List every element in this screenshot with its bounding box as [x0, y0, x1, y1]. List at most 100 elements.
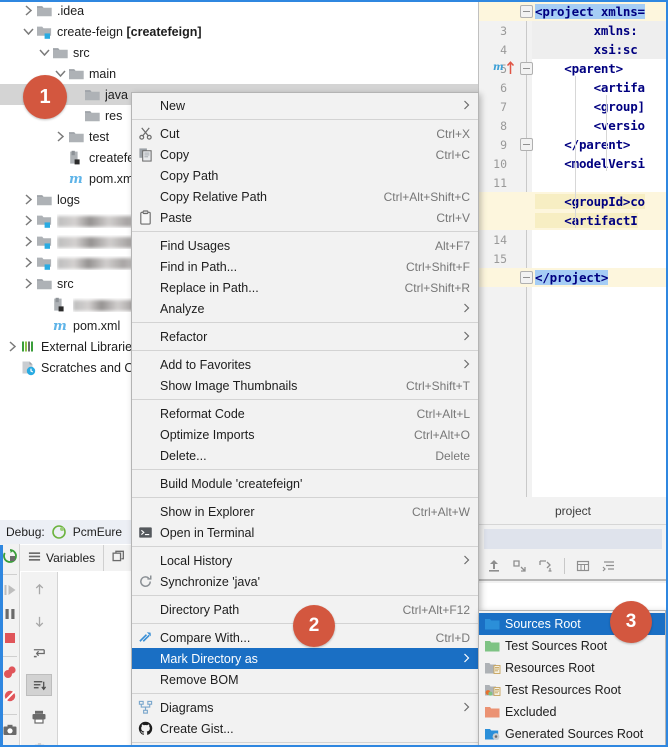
- menu-item-synchronize-java[interactable]: Synchronize 'java': [132, 571, 478, 592]
- menu-item-label: Compare With...: [160, 630, 251, 645]
- tree-item[interactable]: create-feign [createfeign]: [0, 21, 478, 42]
- sort-icon[interactable]: [26, 674, 52, 696]
- code-line[interactable]: <artifactI: [535, 213, 638, 228]
- submenu-item-test-resources-root[interactable]: Test Resources Root: [479, 679, 665, 701]
- context-menu[interactable]: New Cut Ctrl+X Copy Ctrl+C Copy Path Copy Rela…: [131, 92, 479, 747]
- menu-item-new[interactable]: New: [132, 95, 478, 116]
- stop-icon[interactable]: [2, 630, 18, 649]
- grid-icon[interactable]: [575, 558, 591, 574]
- menu-item-replace-in-path[interactable]: Replace in Path... Ctrl+Shift+R: [132, 277, 478, 298]
- line-number: 15: [493, 252, 507, 266]
- menu-item-refactor[interactable]: Refactor: [132, 326, 478, 347]
- submenu-arrow-icon: [453, 701, 470, 715]
- fold-toggle-icon[interactable]: [520, 271, 533, 284]
- paste-icon: [138, 209, 154, 226]
- camera-icon[interactable]: [2, 722, 18, 741]
- tree-item[interactable]: src: [0, 42, 478, 63]
- code-line[interactable]: <groupId>co: [535, 194, 645, 209]
- chevron-right-icon[interactable]: [20, 5, 36, 16]
- chevron-right-icon[interactable]: [20, 236, 36, 247]
- print-icon[interactable]: [26, 706, 52, 728]
- jump-to-source-icon[interactable]: [26, 642, 52, 664]
- resume-icon[interactable]: [2, 582, 18, 601]
- chevron-right-icon[interactable]: [20, 257, 36, 268]
- mute-breakpoints-icon[interactable]: [2, 688, 18, 707]
- project-selection-field[interactable]: [484, 529, 662, 549]
- submenu-item-generated-sources-root[interactable]: Generated Sources Root: [479, 723, 665, 745]
- debug-run-toolbar[interactable]: [0, 544, 20, 747]
- fold-toggle-icon[interactable]: [520, 5, 533, 18]
- tab-variables[interactable]: Variables: [20, 545, 105, 571]
- rerun-icon[interactable]: [2, 548, 18, 567]
- menu-item-build-module-createfeign[interactable]: Build Module 'createfeign': [132, 473, 478, 494]
- menu-item-delete[interactable]: Delete... Delete: [132, 445, 478, 466]
- chevron-right-icon[interactable]: [52, 131, 68, 142]
- move-down-icon[interactable]: [26, 610, 52, 632]
- menu-item-find-in-path[interactable]: Find in Path... Ctrl+Shift+F: [132, 256, 478, 277]
- code-line[interactable]: <group]: [535, 99, 645, 114]
- code-line[interactable]: xsi:sc: [535, 42, 638, 57]
- chevron-down-icon[interactable]: [36, 48, 52, 57]
- menu-item-show-in-explorer[interactable]: Show in Explorer Ctrl+Alt+W: [132, 501, 478, 522]
- menu-item-copy[interactable]: Copy Ctrl+C: [132, 144, 478, 165]
- debug-variables-toolbar[interactable]: [21, 572, 58, 747]
- menu-item-reformat-code[interactable]: Reformat Code Ctrl+Alt+L: [132, 403, 478, 424]
- pause-icon[interactable]: [2, 606, 18, 625]
- project-tab-label[interactable]: project: [478, 497, 668, 525]
- chevron-right-icon[interactable]: [4, 341, 20, 352]
- menu-item-label: Analyze: [160, 301, 205, 316]
- project-panel-toolbar[interactable]: [478, 553, 668, 581]
- menu-item-optimize-imports[interactable]: Optimize Imports Ctrl+Alt+O: [132, 424, 478, 445]
- submenu-item-label: Resources Root: [505, 661, 595, 675]
- chevron-right-icon[interactable]: [20, 215, 36, 226]
- menu-item-mark-directory-as[interactable]: Mark Directory as: [132, 648, 478, 669]
- chevron-down-icon[interactable]: [20, 27, 36, 36]
- parent-navigate-icon[interactable]: [506, 61, 515, 77]
- view-breakpoints-icon[interactable]: [2, 664, 18, 683]
- menu-item-analyze[interactable]: Analyze: [132, 298, 478, 319]
- code-line[interactable]: <artifa: [535, 80, 645, 95]
- move-up-icon[interactable]: [26, 578, 52, 600]
- maven-gutter-icon[interactable]: m: [493, 62, 504, 73]
- code-line[interactable]: <versio: [535, 118, 645, 133]
- menu-item-label: Optimize Imports: [160, 427, 255, 442]
- tree-item-label: res: [105, 108, 123, 123]
- collapse-all-icon[interactable]: [538, 558, 554, 574]
- chevron-right-icon[interactable]: [20, 278, 36, 289]
- expand-all-icon[interactable]: [512, 558, 528, 574]
- menu-item-show-image-thumbnails[interactable]: Show Image Thumbnails Ctrl+Shift+T: [132, 375, 478, 396]
- code-line[interactable]: <modelVersi: [535, 156, 645, 171]
- maven-icon: m: [52, 318, 70, 334]
- tree-item[interactable]: main: [0, 63, 478, 84]
- fold-toggle-icon[interactable]: [520, 138, 533, 151]
- group-icon[interactable]: [601, 558, 617, 574]
- menu-item-add-to-favorites[interactable]: Add to Favorites: [132, 354, 478, 375]
- export-icon[interactable]: [486, 558, 502, 574]
- submenu-item-resources-root[interactable]: Resources Root: [479, 657, 665, 679]
- code-line[interactable]: </project>: [535, 270, 608, 285]
- menu-item-find-usages[interactable]: Find Usages Alt+F7: [132, 235, 478, 256]
- code-line[interactable]: xmlns:: [535, 23, 638, 38]
- tree-item[interactable]: .idea: [0, 0, 478, 21]
- menu-item-open-in-terminal[interactable]: Open in Terminal: [132, 522, 478, 543]
- menu-item-copy-path[interactable]: Copy Path: [132, 165, 478, 186]
- fold-toggle-icon[interactable]: [520, 62, 533, 75]
- code-line[interactable]: <project xmlns=: [535, 4, 645, 19]
- chevron-right-icon[interactable]: [20, 194, 36, 205]
- code-line[interactable]: <parent>: [535, 61, 623, 76]
- code-line[interactable]: </parent>: [535, 137, 630, 152]
- menu-item-copy-relative-path[interactable]: Copy Relative Path Ctrl+Alt+Shift+C: [132, 186, 478, 207]
- menu-item-label: Synchronize 'java': [160, 574, 260, 589]
- frames-icon: [112, 550, 125, 566]
- menu-item-create-gist[interactable]: Create Gist...: [132, 718, 478, 739]
- menu-separator: [132, 469, 478, 470]
- submenu-item-excluded[interactable]: Excluded: [479, 701, 665, 723]
- menu-item-remove-bom[interactable]: Remove BOM: [132, 669, 478, 690]
- menu-item-local-history[interactable]: Local History: [132, 550, 478, 571]
- code-editor[interactable]: 2345678910111213141516m <project xmlns= …: [478, 0, 668, 497]
- menu-item-diagrams[interactable]: Diagrams: [132, 697, 478, 718]
- line-number: 11: [493, 176, 507, 190]
- menu-item-paste[interactable]: Paste Ctrl+V: [132, 207, 478, 228]
- menu-item-cut[interactable]: Cut Ctrl+X: [132, 123, 478, 144]
- debug-label: Debug:: [6, 525, 45, 539]
